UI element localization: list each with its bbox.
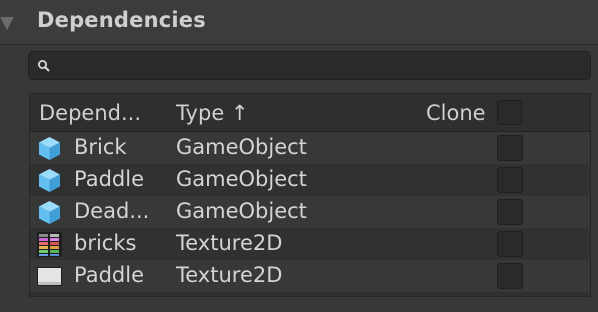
dependencies-table: Depend... Type ↑ Clone Brick GameObject … [29, 93, 591, 297]
column-header-clone[interactable]: Clone [426, 101, 486, 125]
prefab-cube-icon [39, 169, 60, 192]
clone-checkbox[interactable] [497, 135, 523, 161]
paddle-texture-icon [37, 267, 62, 286]
table-row[interactable]: Paddle GameObject [30, 164, 590, 196]
bricks-texture-icon [37, 232, 62, 257]
column-header-dependency[interactable]: Depend... [39, 101, 141, 125]
search-icon [38, 60, 50, 72]
prefab-cube-icon [39, 201, 60, 224]
table-header: Depend... Type ↑ Clone [30, 94, 590, 132]
column-header-type[interactable]: Type ↑ [176, 101, 249, 125]
clone-all-checkbox[interactable] [497, 100, 522, 125]
clone-checkbox[interactable] [497, 231, 523, 257]
table-row[interactable]: Dead... GameObject [30, 196, 590, 228]
clone-checkbox[interactable] [497, 263, 523, 289]
table-row[interactable]: Brick GameObject [30, 132, 590, 164]
foldout-arrow-icon[interactable] [0, 17, 14, 30]
row-type: Texture2D [176, 263, 283, 287]
clone-checkbox[interactable] [497, 167, 523, 193]
row-dependency-name: bricks [74, 231, 137, 255]
section-header[interactable]: Dependencies [0, 0, 598, 45]
row-type: GameObject [176, 167, 307, 191]
row-dependency-name: Dead... [74, 199, 150, 223]
row-dependency-name: Brick [74, 135, 127, 159]
row-type: GameObject [176, 135, 307, 159]
search-input[interactable] [59, 55, 584, 76]
table-row[interactable]: Paddle Texture2D [30, 260, 590, 292]
row-dependency-name: Paddle [74, 167, 145, 191]
prefab-cube-icon [39, 137, 60, 160]
row-type: GameObject [176, 199, 307, 223]
table-row[interactable]: bricks Texture2D [30, 228, 590, 260]
row-dependency-name: Paddle [74, 263, 145, 287]
row-type: Texture2D [176, 231, 283, 255]
clone-checkbox[interactable] [497, 199, 523, 225]
search-box[interactable] [28, 51, 591, 80]
section-title: Dependencies [37, 8, 206, 32]
